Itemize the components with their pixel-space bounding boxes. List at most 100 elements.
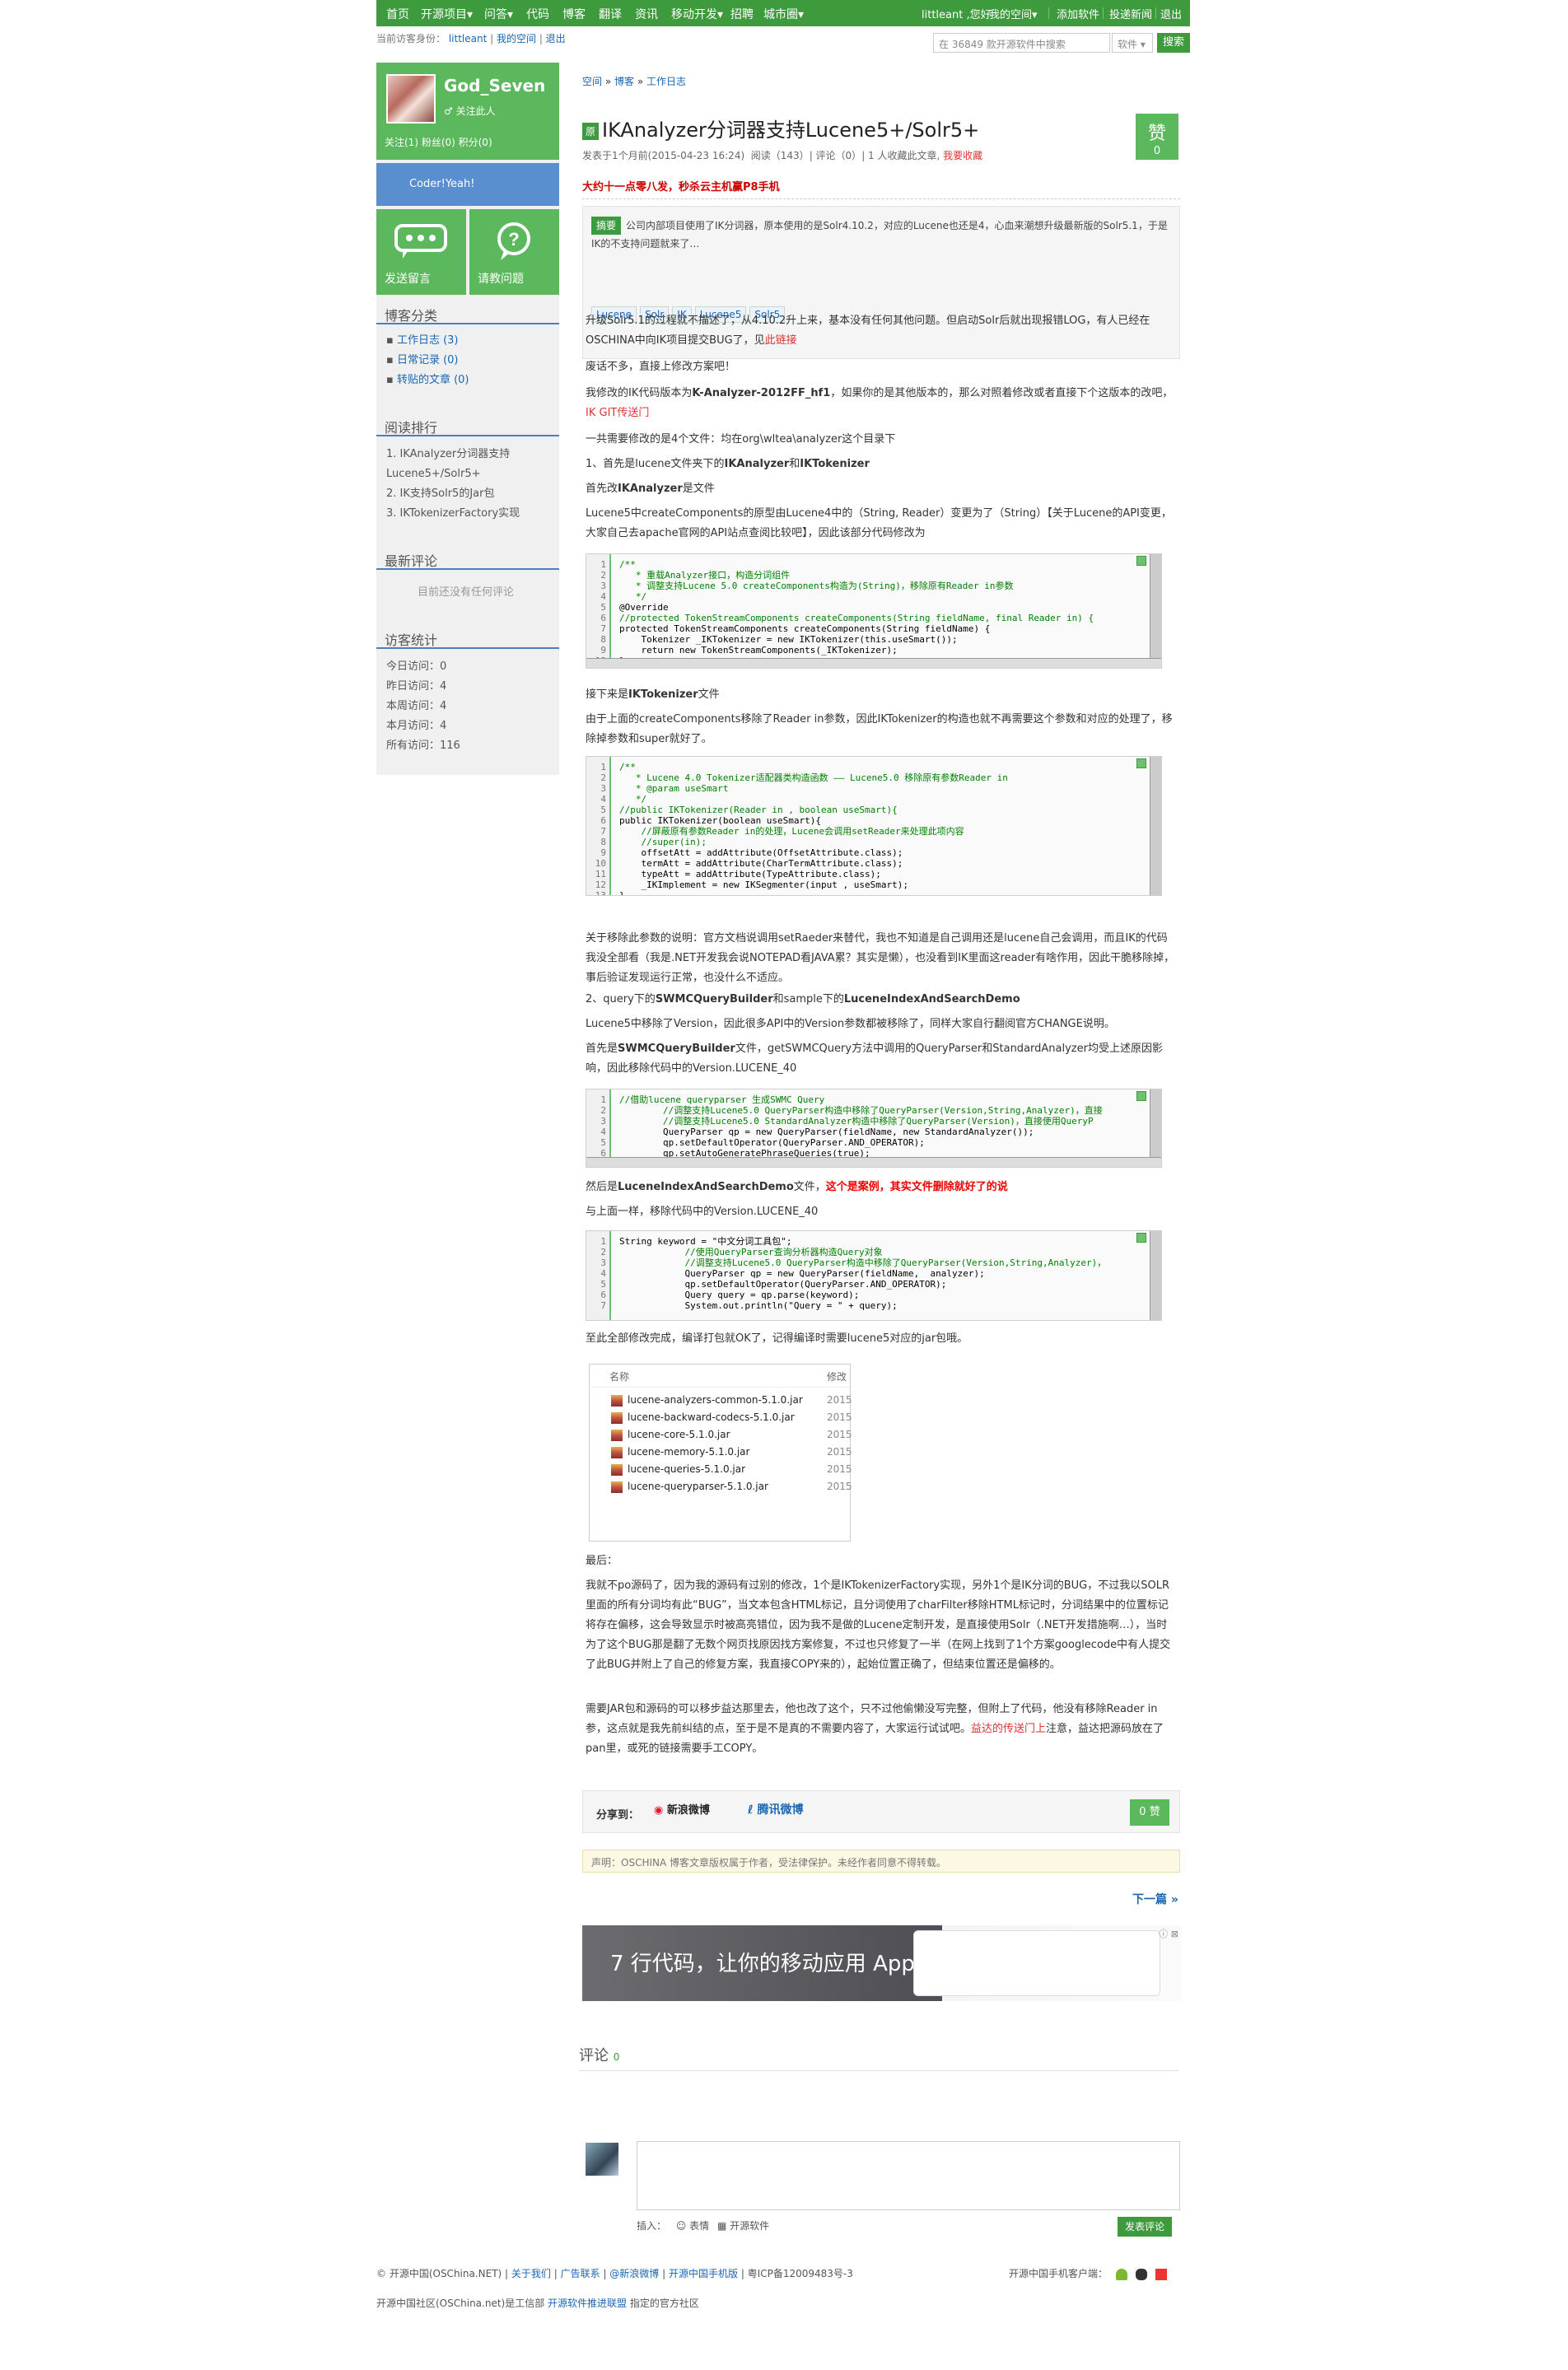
submit-comment-button[interactable]: 发表评论 xyxy=(1118,2217,1172,2237)
summary-tag: 摘要 xyxy=(591,217,622,235)
nav-submit-news[interactable]: 投递新闻 xyxy=(1109,6,1152,21)
scrollbar[interactable] xyxy=(1150,1231,1161,1320)
visitor-space-link[interactable]: 我的空间 xyxy=(497,33,536,44)
search-input[interactable]: 在 36849 款开源软件中搜索 xyxy=(933,33,1110,53)
android-icon[interactable] xyxy=(1115,2268,1127,2280)
sidebar: God_Seven ♂ 关注此人 关注(1) 粉丝(0) 积分(0) Coder… xyxy=(376,63,559,775)
paragraph-bold: IKTokenizer xyxy=(628,688,698,701)
paragraph-bold: IKAnalyzer xyxy=(618,483,683,495)
paragraph-text: 是文件 xyxy=(682,483,715,495)
footer-link-ads[interactable]: 广告联系 xyxy=(561,2268,600,2279)
insert-software-button[interactable]: ▦ 开源软件 xyxy=(717,2220,769,2232)
footer-link-about[interactable]: 关于我们 xyxy=(511,2268,551,2279)
nav-item-home[interactable]: 首页 xyxy=(386,6,409,22)
scrollbar[interactable] xyxy=(586,1157,1161,1167)
search-scope-select[interactable]: 软件 ▾ xyxy=(1112,33,1153,53)
recent-comments-empty: 目前还没有任何评论 xyxy=(418,586,515,599)
favorite-link[interactable]: 我要收藏 xyxy=(943,150,982,161)
summary-text: 公司内部项目使用了IK分词器，原本使用的是Solr4.10.2，对应的Lucen… xyxy=(591,220,1168,250)
jar-name: lucene-queries-5.1.0.jar xyxy=(628,1463,746,1475)
bug-link[interactable]: 此链接 xyxy=(765,334,797,347)
nav-item-blog[interactable]: 博客 xyxy=(562,6,586,22)
ranking-item[interactable]: 2. IK支持Solr5的Jar包 xyxy=(386,484,559,504)
category-link[interactable]: 日常记录 (0) xyxy=(397,354,459,366)
yida-link[interactable]: 益达的传送门上 xyxy=(971,1723,1046,1735)
code-line: offsetAtt = addAttribute(OffsetAttribute… xyxy=(619,847,903,858)
footer-alliance-link[interactable]: 开源软件推进联盟 xyxy=(548,2298,627,2309)
scrollbar[interactable] xyxy=(1150,554,1161,668)
scrollbar[interactable] xyxy=(586,658,1161,668)
paragraph-bold: LuceneIndexAndSearchDemo xyxy=(843,993,1020,1005)
ad-banner[interactable]: 7 行代码，让你的移动应用 App 接入 Pay ⓘ ⊠ xyxy=(582,1925,1182,2001)
ask-question-button[interactable]: ? 请教问题 xyxy=(469,209,559,295)
paragraph-bold: LuceneIndexAndSearchDemo xyxy=(618,1181,794,1193)
code-line: termAtt = addAttribute(CharTermAttribute… xyxy=(619,858,903,869)
ranking-item[interactable]: Lucene5+/Solr5+ xyxy=(386,464,559,484)
code-line: * 重载Analyzer接口，构造分词组件 xyxy=(619,570,791,581)
paragraph-text: 我修改的IK代码版本为 xyxy=(586,387,693,399)
copy-code-icon[interactable] xyxy=(1136,1233,1146,1243)
send-message-button[interactable]: 发送留言 xyxy=(376,209,466,295)
body-paragraph: 一共需要修改的是4个文件：均在org\wltea\analyzer这个目录下 xyxy=(586,433,896,446)
footer-line: 开源中国社区(OSChina.net)是工信部 开源软件推进联盟 指定的官方社区 xyxy=(376,2296,699,2310)
search-button[interactable]: 搜索 xyxy=(1157,33,1190,53)
ad-close-icon[interactable]: ⓘ ⊠ xyxy=(1159,1927,1178,1940)
category-link[interactable]: 转贴的文章 (0) xyxy=(397,374,469,386)
visitor-logout-link[interactable]: 退出 xyxy=(546,33,566,44)
category-item[interactable]: ▪ 工作日志 (3) xyxy=(386,331,559,351)
copyright-notice: 声明：OSCHINA 博客文章版权属于作者，受法律保护。未经作者同意不得转载。 xyxy=(582,1850,1180,1873)
code-line: public IKTokenizer(boolean useSmart){ xyxy=(619,815,822,826)
nav-item-mobile[interactable]: 移动开发▾ xyxy=(671,6,723,22)
nav-my-space[interactable]: 我的空间▾ xyxy=(989,6,1038,21)
breadcrumb-link[interactable]: 工作日志 xyxy=(646,76,686,87)
profile-username[interactable]: God_Seven xyxy=(444,76,545,96)
code-block: 12345678910 /** * 重载Analyzer接口，构造分词组件 * … xyxy=(586,553,1162,669)
comment-textarea[interactable] xyxy=(637,2141,1180,2210)
windows-phone-icon[interactable] xyxy=(1155,2268,1167,2280)
breadcrumb-link[interactable]: 博客 xyxy=(614,76,634,87)
copy-code-icon[interactable] xyxy=(1136,1091,1146,1101)
avatar[interactable] xyxy=(386,74,436,124)
category-item[interactable]: ▪ 日常记录 (0) xyxy=(386,351,559,371)
profile-stats[interactable]: 关注(1) 粉丝(0) 积分(0) xyxy=(385,135,492,149)
next-article-link[interactable]: 下一篇 » xyxy=(1132,1891,1178,1907)
weibo-share-button[interactable]: ◉ 新浪微博 xyxy=(654,1801,710,1817)
scrollbar[interactable] xyxy=(1150,757,1161,895)
paragraph-text: 首先改 xyxy=(586,483,618,495)
footer-link-weibo[interactable]: @新浪微博 xyxy=(609,2268,659,2279)
emoji-button[interactable]: ☺ 表情 xyxy=(676,2220,709,2232)
ik-git-link[interactable]: IK GIT传送门 xyxy=(586,407,649,419)
like-button[interactable]: 赞0 xyxy=(1136,114,1178,160)
nav-add-software[interactable]: 添加软件 xyxy=(1057,6,1099,21)
jar-name: lucene-analyzers-common-5.1.0.jar xyxy=(628,1394,803,1406)
nav-item-jobs[interactable]: 招聘 xyxy=(730,6,754,22)
meta-comments[interactable]: 评论（0） xyxy=(816,150,862,161)
follow-button[interactable]: ♂ 关注此人 xyxy=(444,104,496,118)
nav-item-projects[interactable]: 开源项目▾ xyxy=(421,6,473,22)
tencent-weibo-share-button[interactable]: ℓ 腾讯微博 xyxy=(748,1801,803,1817)
nav-item-qa[interactable]: 问答▾ xyxy=(484,6,513,22)
visitor-user-link[interactable]: littleant xyxy=(449,33,487,44)
copy-code-icon[interactable] xyxy=(1136,556,1146,566)
like-button[interactable]: 0 赞 xyxy=(1130,1799,1169,1826)
code-line: String keyword = "中文分词工具包"; xyxy=(619,1236,792,1247)
copy-code-icon[interactable] xyxy=(1136,758,1146,768)
nav-item-code[interactable]: 代码 xyxy=(526,6,549,22)
category-link[interactable]: 工作日志 (3) xyxy=(397,334,459,347)
message-icon xyxy=(394,224,447,259)
scrollbar[interactable] xyxy=(1150,1089,1161,1167)
nav-item-city[interactable]: 城市圈▾ xyxy=(763,6,804,22)
nav-logout[interactable]: 退出 xyxy=(1160,6,1182,21)
nav-item-news[interactable]: 资讯 xyxy=(635,6,658,22)
promo-link[interactable]: 大约十一点零八发，秒杀云主机赢P8手机 xyxy=(582,178,1180,199)
like-label: 赞 xyxy=(1147,124,1166,144)
footer-link-mobile[interactable]: 开源中国手机版 xyxy=(669,2268,738,2279)
category-item[interactable]: ▪ 转贴的文章 (0) xyxy=(386,371,559,390)
breadcrumb-link[interactable]: 空间 xyxy=(582,76,602,87)
apple-icon[interactable] xyxy=(1135,2268,1147,2280)
recent-comments-title: 最新评论 xyxy=(376,547,559,570)
nav-item-translate[interactable]: 翻译 xyxy=(599,6,622,22)
like-count: 0 xyxy=(1153,145,1161,157)
ranking-item[interactable]: 3. IKTokenizerFactory实现 xyxy=(386,504,559,524)
ranking-item[interactable]: 1. IKAnalyzer分词器支持 xyxy=(386,445,559,464)
